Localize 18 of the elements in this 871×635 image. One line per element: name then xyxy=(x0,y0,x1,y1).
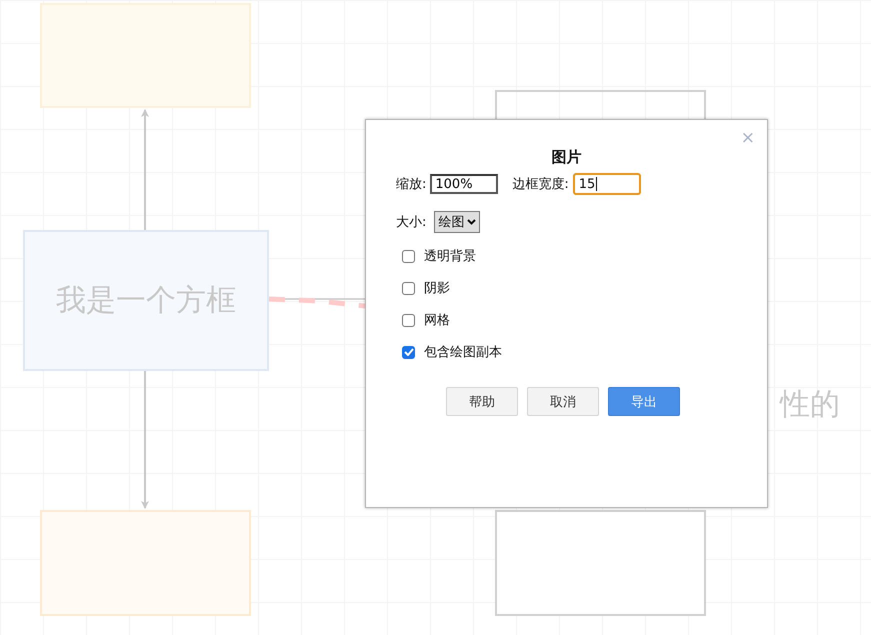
field-label: 缩放: xyxy=(396,176,426,193)
dialog-title: 图片 xyxy=(550,148,582,167)
checkbox-label: 透明背景 xyxy=(424,248,476,265)
field-label: 大小: xyxy=(396,214,426,231)
checkbox[interactable] xyxy=(402,250,415,262)
dialog-button[interactable]: 取消 xyxy=(527,387,599,416)
checkbox[interactable] xyxy=(402,282,415,294)
field-label: 边框宽度: xyxy=(512,176,569,193)
zoom-field[interactable]: 100% xyxy=(430,174,498,194)
checkbox-label: 阴影 xyxy=(424,280,450,297)
border-width-field[interactable]: 15 xyxy=(572,173,641,195)
caret-icon xyxy=(467,219,476,225)
dialog-button[interactable]: 帮助 xyxy=(446,387,518,416)
checkbox-label: 网格 xyxy=(424,312,450,329)
size-select[interactable]: 绘图 xyxy=(434,211,480,233)
checkbox[interactable] xyxy=(402,346,415,358)
checkbox[interactable] xyxy=(402,314,415,326)
checkbox-label: 包含绘图副本 xyxy=(424,344,502,361)
